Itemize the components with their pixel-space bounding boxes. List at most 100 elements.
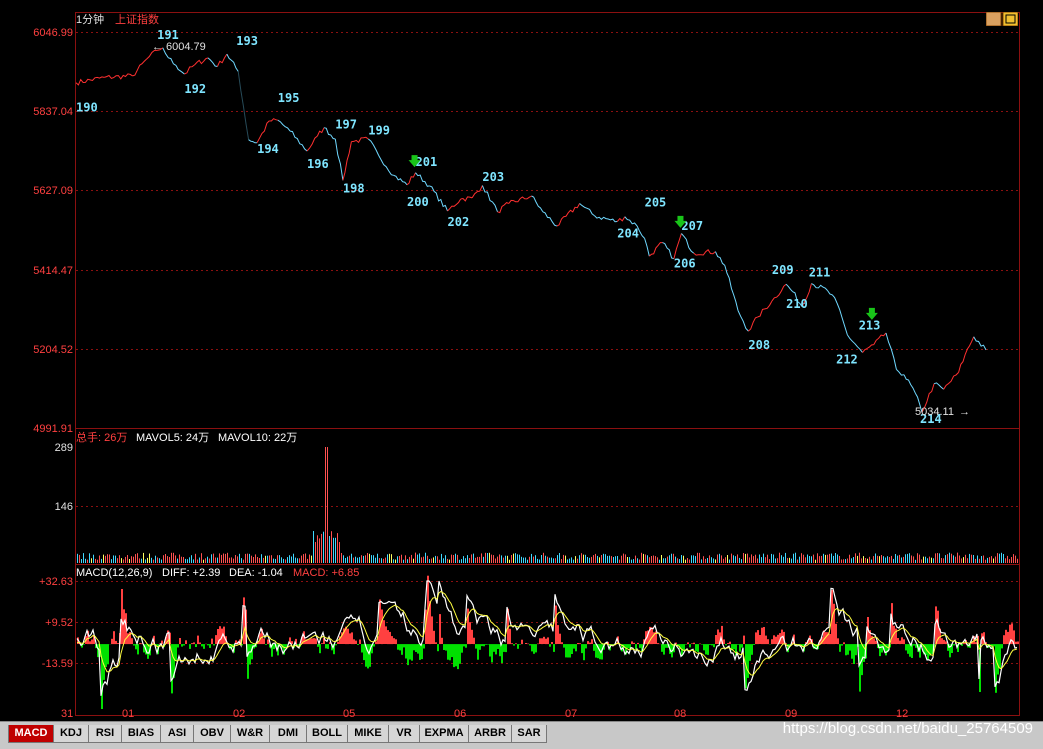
volume-bar — [495, 559, 496, 564]
tab-arbr[interactable]: ARBR — [468, 725, 512, 743]
macd-histogram-bar — [525, 643, 527, 644]
macd-histogram-bar — [389, 632, 391, 644]
volume-bar — [307, 559, 308, 563]
macd-histogram-bar — [353, 639, 355, 644]
volume-bar — [263, 558, 264, 563]
tab-dmi[interactable]: DMI — [269, 725, 307, 743]
volume-bar — [649, 557, 650, 563]
tab-vr[interactable]: VR — [388, 725, 420, 743]
macd-histogram-bar — [941, 638, 943, 644]
volume-bar — [1001, 553, 1002, 563]
macd-histogram-bar — [489, 644, 491, 656]
tab-mike[interactable]: MIKE — [347, 725, 389, 743]
volume-bar — [401, 555, 402, 563]
volume-bar — [165, 554, 166, 563]
macd-histogram-bar — [845, 644, 847, 655]
volume-bar — [969, 554, 970, 563]
volume-bar — [167, 556, 168, 563]
volume-bar — [109, 555, 110, 564]
macd-histogram-bar — [111, 639, 113, 644]
volume-bar — [493, 555, 494, 563]
tab-rsi[interactable]: RSI — [88, 725, 122, 743]
tab-macd[interactable]: MACD — [8, 725, 54, 743]
macd-histogram-bar — [639, 644, 641, 648]
window-controls[interactable] — [986, 11, 1018, 25]
price-line-segment — [351, 137, 368, 142]
volume-bar — [291, 557, 292, 564]
macd-histogram-bar — [373, 644, 375, 646]
x-tick-label: 02 — [233, 708, 245, 720]
volume-bar — [193, 559, 194, 563]
price-line-segment — [674, 234, 682, 259]
tab-kdj[interactable]: KDJ — [53, 725, 89, 743]
maximize-icon[interactable] — [1003, 12, 1018, 26]
macd-histogram-bar — [297, 644, 299, 645]
gear-icon[interactable] — [986, 12, 1001, 26]
volume-bar — [283, 559, 284, 563]
price-line-segment — [249, 140, 258, 143]
wave-label: 202 — [448, 215, 470, 229]
macd-histogram-bar — [201, 644, 203, 646]
volume-bar — [445, 555, 446, 563]
macd-histogram-bar — [471, 630, 473, 644]
tab-asi[interactable]: ASI — [160, 725, 194, 743]
macd-histogram-bar — [491, 644, 493, 662]
volume-bar — [689, 560, 690, 564]
tab-boll[interactable]: BOLL — [306, 725, 348, 743]
volume-bar — [415, 553, 416, 563]
volume-bar — [539, 560, 540, 564]
volume-bar — [327, 447, 328, 563]
volume-bar — [203, 560, 204, 563]
wave-label: 206 — [674, 256, 696, 270]
macd-histogram-bar — [663, 644, 665, 655]
macd-histogram-bar — [123, 609, 125, 644]
price-line-segment — [257, 121, 269, 143]
volume-bar — [163, 555, 164, 563]
price-line-segment — [847, 335, 862, 353]
price-line-segment — [863, 345, 874, 353]
volume-bar — [349, 556, 350, 563]
volume-bar — [789, 558, 790, 563]
price-line-segment — [184, 65, 194, 74]
volume-bar — [769, 559, 770, 563]
tab-wr[interactable]: W&R — [230, 725, 270, 743]
macd-histogram-bar — [137, 644, 139, 654]
volume-bar — [459, 560, 460, 563]
macd-histogram-bar — [451, 644, 453, 657]
tab-expma[interactable]: EXPMA — [419, 725, 469, 743]
tab-obv[interactable]: OBV — [193, 725, 231, 743]
macd-histogram-bar — [687, 642, 689, 644]
price-line-segment — [368, 139, 378, 156]
volume-bar — [529, 557, 530, 563]
volume-bar — [699, 553, 700, 563]
index-name: 上证指数 — [115, 12, 159, 26]
macd-histogram-bar — [953, 644, 955, 645]
volume-bar — [773, 555, 774, 564]
volume-bar — [507, 556, 508, 563]
volume-bar — [579, 555, 580, 563]
volume-bar — [909, 553, 910, 563]
volume-bar — [759, 555, 760, 564]
volume-bar — [643, 554, 644, 563]
tab-bias[interactable]: BIAS — [121, 725, 161, 743]
tab-sar[interactable]: SAR — [511, 725, 547, 743]
macd-histogram-bar — [215, 635, 217, 644]
volume-bar — [413, 559, 414, 563]
price-line-segment — [645, 238, 650, 256]
price-line-segment — [557, 204, 580, 227]
volume-bar — [987, 558, 988, 563]
macd-histogram-bar — [477, 644, 479, 660]
price-line-segment — [461, 197, 472, 201]
volume-bar — [629, 557, 630, 563]
macd-histogram-bar — [493, 644, 495, 652]
macd-histogram-bar — [191, 643, 193, 644]
macd-histogram-bar — [853, 644, 855, 664]
macd-histogram-bar — [881, 644, 883, 652]
volume-mavol5: MAVOL5: 24万 — [136, 432, 209, 444]
volume-bar — [435, 556, 436, 563]
macd-histogram-bar — [563, 644, 565, 648]
volume-bar — [351, 554, 352, 563]
volume-bar — [931, 558, 932, 563]
price-tick-label: 5837.04 — [33, 106, 73, 118]
macd-histogram-bar — [447, 644, 449, 660]
